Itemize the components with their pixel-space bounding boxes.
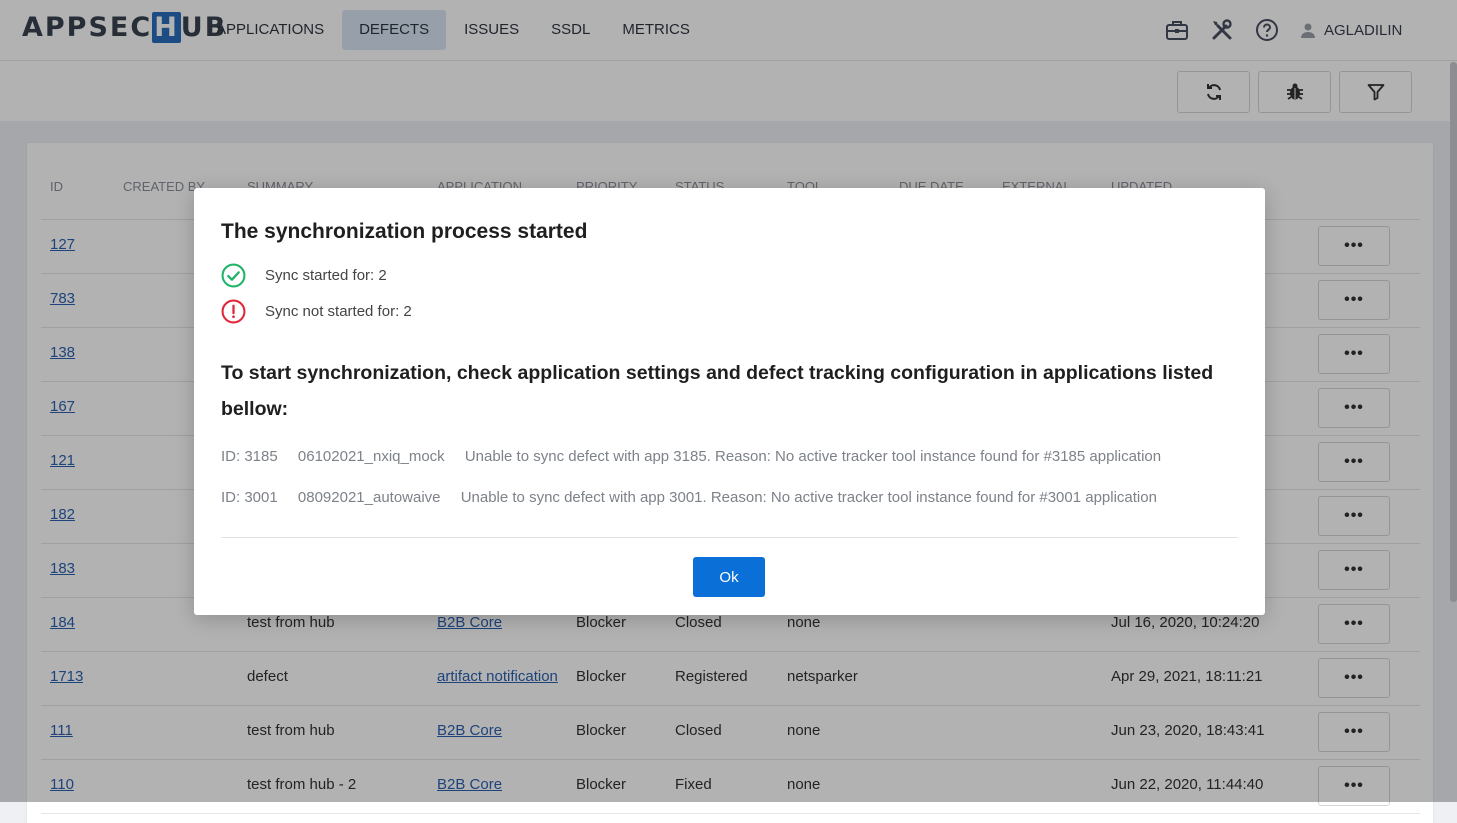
error-app-name: 06102021_nxiq_mock [297,448,445,465]
error-item: ID: 3001 08092021_autowaive Unable to sy… [221,489,1173,506]
error-app-name: 08092021_autowaive [297,489,441,506]
sync-started-text: Sync started for: 2 [265,267,387,284]
dialog-title: The synchronization process started [221,220,588,243]
alert-circle-icon [221,299,246,324]
sync-not-started-text: Sync not started for: 2 [265,303,412,320]
error-app-id: ID: 3001 [221,489,278,506]
error-app-id: ID: 3185 [221,448,278,465]
error-item: ID: 3185 06102021_nxiq_mock Unable to sy… [221,448,1177,465]
error-message: Unable to sync defect with app 3185. Rea… [464,448,1162,465]
sync-started-status: Sync started for: 2 [221,263,387,288]
sync-not-started-status: Sync not started for: 2 [221,299,412,324]
dialog-instruction: To start synchronization, check applicat… [221,362,1214,420]
error-message: Unable to sync defect with app 3001. Rea… [460,489,1157,506]
sync-result-dialog: The synchronization process started Sync… [194,188,1265,615]
dialog-divider [221,537,1238,538]
ok-button[interactable]: Ok [693,557,765,597]
check-circle-icon [221,263,246,288]
